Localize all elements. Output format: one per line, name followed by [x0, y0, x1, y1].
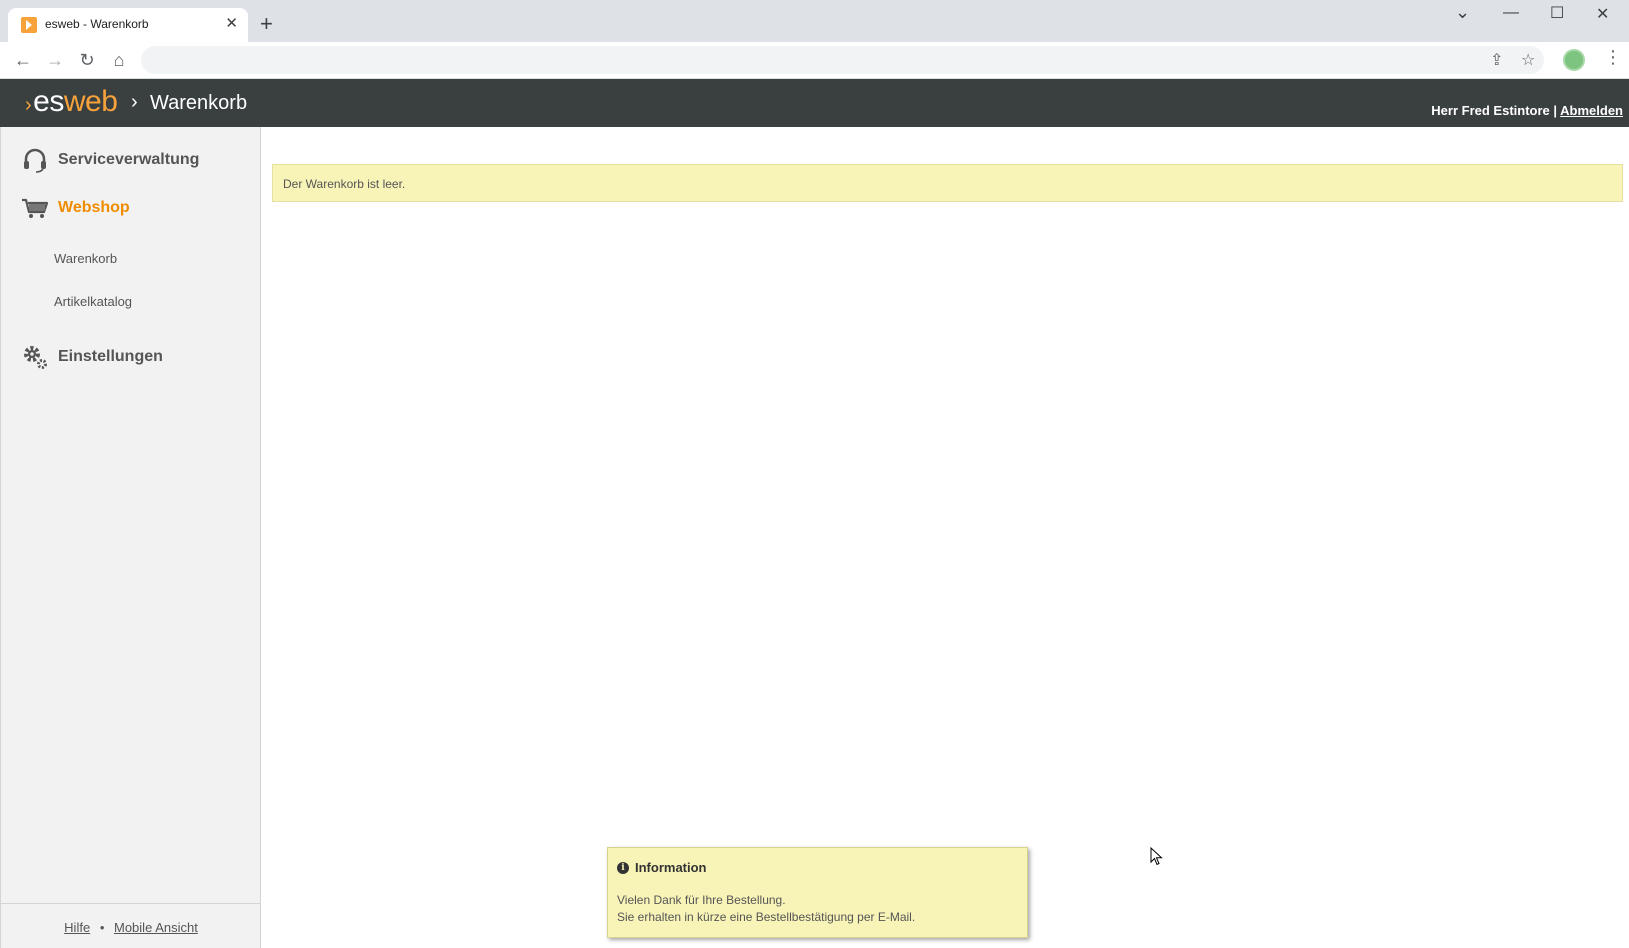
footer-dot: •	[99, 920, 105, 935]
new-tab-button[interactable]: +	[260, 12, 273, 36]
empty-cart-notice: Der Warenkorb ist leer.	[272, 164, 1623, 202]
favicon-icon	[21, 17, 37, 33]
sidebar-item-webshop[interactable]: Webshop	[21, 193, 130, 223]
mobile-view-link[interactable]: Mobile Ansicht	[114, 920, 198, 935]
sidebar-subitem-artikelkatalog[interactable]: Artikelkatalog	[54, 294, 132, 309]
sidebar-item-einstellungen[interactable]: Einstellungen	[21, 342, 163, 372]
browser-toolbar: ← → ↻ ⌂ ⇪ ☆ ⋮	[0, 42, 1629, 79]
toast-message-line: Vielen Dank für Ihre Bestellung.	[617, 893, 786, 907]
profile-avatar[interactable]	[1563, 49, 1585, 71]
logout-link[interactable]: Abmelden	[1560, 103, 1623, 118]
breadcrumb-chevron-icon: ›	[131, 91, 138, 113]
info-toast[interactable]: i Information Vielen Dank für Ihre Beste…	[607, 847, 1028, 938]
logo-chevron-icon: ›	[25, 94, 32, 116]
help-link[interactable]: Hilfe	[64, 920, 90, 935]
browser-menu-icon[interactable]: ⋮	[1604, 47, 1622, 68]
user-info: Herr Fred Estintore | Abmelden	[1431, 103, 1623, 118]
sidebar-item-label: Webshop	[58, 199, 130, 216]
share-icon[interactable]: ⇪	[1490, 50, 1503, 70]
browser-tabstrip: esweb - Warenkorb ✕ + ⌄ — ☐ ✕	[0, 0, 1629, 42]
headset-icon	[24, 148, 46, 173]
sidebar-item-label: Serviceverwaltung	[58, 151, 200, 168]
home-icon[interactable]: ⌂	[107, 48, 131, 72]
gear-icon	[24, 346, 47, 369]
app-header: ›esweb › Warenkorb Herr Fred Estintore |…	[0, 79, 1629, 127]
mouse-cursor-icon	[1150, 847, 1163, 866]
sidebar-subitem-warenkorb[interactable]: Warenkorb	[54, 251, 117, 266]
minimize-button[interactable]: —	[1503, 4, 1519, 22]
cart-icon	[22, 198, 49, 218]
toast-message-line: Sie erhalten in kürze eine Bestellbestät…	[617, 910, 916, 924]
tab-title: esweb - Warenkorb	[45, 17, 149, 31]
esweb-logo[interactable]: ›esweb	[25, 85, 118, 119]
back-icon[interactable]: ←	[11, 48, 35, 72]
bookmark-star-icon[interactable]: ☆	[1521, 50, 1535, 70]
page-title: Warenkorb	[150, 92, 248, 114]
sidebar: Serviceverwaltung Webshop Warenkorb Arti…	[0, 127, 261, 948]
info-icon: i	[617, 861, 629, 874]
maximize-button[interactable]: ☐	[1550, 3, 1564, 23]
close-window-button[interactable]: ✕	[1596, 4, 1609, 24]
tab-close-icon[interactable]: ✕	[225, 14, 238, 34]
sidebar-item-serviceverwaltung[interactable]: Serviceverwaltung	[21, 145, 199, 175]
forward-icon[interactable]: →	[43, 48, 67, 72]
toast-title: i Information	[617, 860, 1018, 875]
address-bar[interactable]: ⇪ ☆	[141, 46, 1544, 74]
sidebar-footer: Hilfe • Mobile Ansicht	[1, 903, 261, 948]
sidebar-item-label: Einstellungen	[58, 348, 163, 365]
reload-icon[interactable]: ↻	[75, 48, 99, 72]
browser-tab[interactable]: esweb - Warenkorb ✕	[8, 8, 248, 42]
tab-search-icon[interactable]: ⌄	[1455, 2, 1470, 23]
user-name: Herr Fred Estintore	[1431, 103, 1550, 118]
